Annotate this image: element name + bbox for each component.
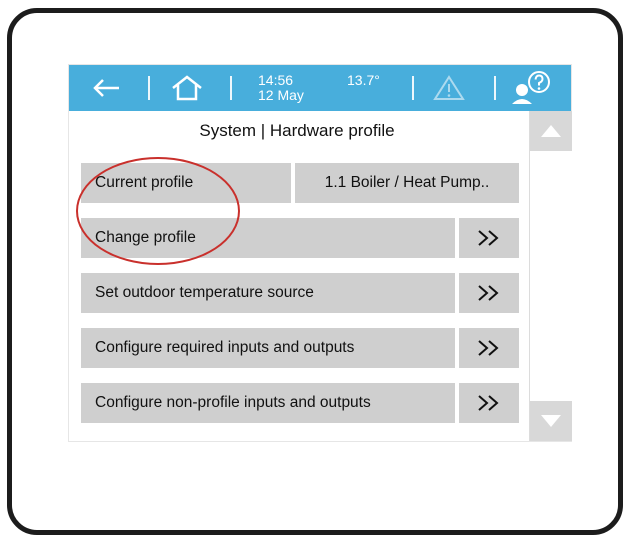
scroll-up-button[interactable] bbox=[530, 111, 572, 151]
non-profile-io-button[interactable]: Configure non-profile inputs and outputs bbox=[81, 383, 519, 423]
current-profile-value: 1.1 Boiler / Heat Pump.. bbox=[295, 163, 519, 203]
separator bbox=[230, 76, 232, 100]
touch-screen: 14:56 12 May 13.7° System | Hardware pro… bbox=[68, 64, 572, 442]
scrollbar[interactable] bbox=[529, 111, 572, 441]
date-text: 12 May bbox=[258, 87, 304, 103]
warning-triangle-icon[interactable] bbox=[431, 74, 467, 102]
page-title: System | Hardware profile bbox=[199, 121, 395, 140]
required-io-button[interactable]: Configure required inputs and outputs bbox=[81, 328, 519, 368]
user-help-icon[interactable] bbox=[509, 70, 553, 106]
temperature-text: 13.7° bbox=[347, 72, 380, 88]
double-chevron-right-icon[interactable] bbox=[459, 273, 519, 313]
scroll-down-triangle-icon bbox=[541, 415, 561, 427]
outdoor-temperature-source-label: Set outdoor temperature source bbox=[81, 273, 455, 313]
back-arrow-icon[interactable] bbox=[89, 75, 123, 101]
time-text: 14:56 bbox=[258, 72, 294, 88]
separator bbox=[148, 76, 150, 100]
current-profile-row: Current profile 1.1 Boiler / Heat Pump.. bbox=[81, 163, 519, 203]
home-icon[interactable] bbox=[169, 73, 205, 103]
required-io-label: Configure required inputs and outputs bbox=[81, 328, 455, 368]
change-profile-button[interactable]: Change profile bbox=[81, 218, 519, 258]
separator bbox=[412, 76, 414, 100]
double-chevron-right-icon[interactable] bbox=[459, 383, 519, 423]
double-chevron-right-icon[interactable] bbox=[459, 218, 519, 258]
scroll-down-button[interactable] bbox=[530, 401, 572, 441]
current-profile-label: Current profile bbox=[81, 163, 291, 203]
scroll-up-triangle-icon bbox=[541, 125, 561, 137]
change-profile-label: Change profile bbox=[81, 218, 455, 258]
outdoor-temperature-source-button[interactable]: Set outdoor temperature source bbox=[81, 273, 519, 313]
top-bar: 14:56 12 May 13.7° bbox=[69, 65, 571, 111]
non-profile-io-label: Configure non-profile inputs and outputs bbox=[81, 383, 455, 423]
double-chevron-right-icon[interactable] bbox=[459, 328, 519, 368]
separator bbox=[494, 76, 496, 100]
